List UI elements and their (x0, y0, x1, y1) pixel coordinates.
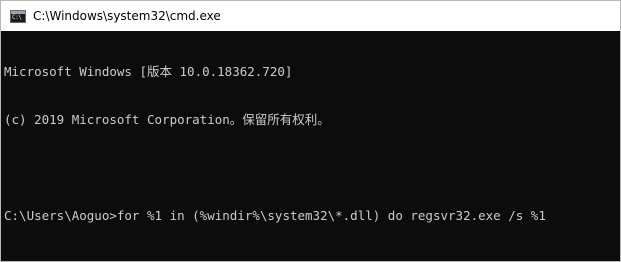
console-line-copyright: (c) 2019 Microsoft Corporation。保留所有权利。 (4, 112, 330, 127)
console-line-command[interactable]: C:\Users\Aoguo>for %1 in (%windir%\syste… (4, 208, 620, 224)
cmd-window: C:\ C:\Windows\system32\cmd.exe Microsof… (0, 0, 621, 262)
window-title: C:\Windows\system32\cmd.exe (33, 9, 221, 23)
console-line-version: Microsoft Windows [版本 10.0.18362.720] (4, 64, 293, 79)
cmd-console-icon[interactable]: C:\ (10, 9, 26, 23)
console-output[interactable]: Microsoft Windows [版本 10.0.18362.720] (c… (4, 32, 620, 261)
command-prompt-text: C:\Users\Aoguo>for %1 in (%windir%\syste… (4, 208, 546, 223)
title-bar[interactable]: C:\ C:\Windows\system32\cmd.exe (1, 1, 620, 31)
icon-prompt-glyph: C:\ (12, 13, 22, 21)
